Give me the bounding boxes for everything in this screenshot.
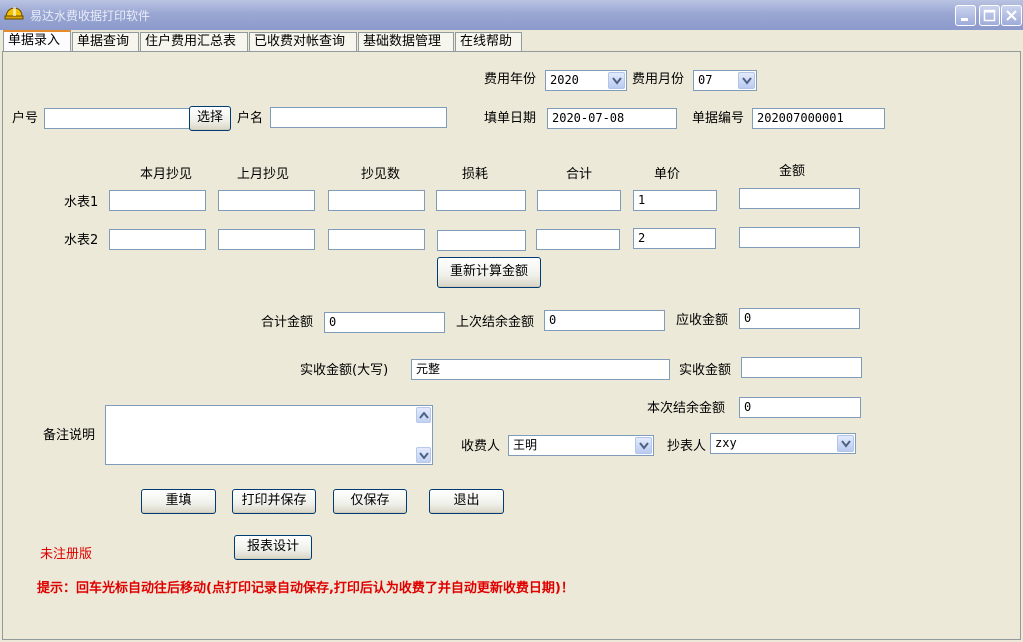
meter1-subtotal-input[interactable]	[537, 190, 621, 211]
save-only-button[interactable]: 仅保存	[333, 489, 407, 514]
header-last-reading: 上月抄见	[237, 167, 290, 182]
tab-online-help[interactable]: 在线帮助	[455, 32, 522, 51]
fee-year-value: 2020	[550, 73, 579, 87]
tab-paid-reconciliation[interactable]: 已收费对帐查询	[249, 32, 357, 51]
meter1-last-input[interactable]	[218, 190, 315, 211]
maximize-button[interactable]	[979, 5, 1000, 26]
meter2-current-input[interactable]	[109, 229, 206, 250]
meter1-current-input[interactable]	[109, 190, 206, 211]
paid-label: 实收金额	[679, 363, 732, 378]
app-helmet-icon	[4, 5, 24, 23]
minimize-button[interactable]	[955, 5, 976, 26]
chevron-down-icon[interactable]	[837, 435, 854, 452]
maximize-icon	[983, 9, 996, 22]
tab-strip: 单据录入 单据查询 住户费用汇总表 已收费对帐查询 基础数据管理 在线帮助	[0, 30, 1023, 52]
meter2-last-input[interactable]	[218, 229, 315, 250]
fee-month-value: 07	[698, 73, 713, 87]
window-title: 易达水费收据打印软件	[30, 9, 151, 23]
tab-basic-data[interactable]: 基础数据管理	[358, 32, 454, 51]
meter2-loss-input[interactable]	[437, 230, 526, 251]
meter2-count-input[interactable]	[328, 229, 425, 250]
fee-year-select[interactable]: 2020	[545, 70, 627, 91]
total-amount-input[interactable]: 0	[324, 312, 445, 333]
chevron-down-icon[interactable]	[635, 437, 652, 454]
fill-date-label: 填单日期	[484, 111, 537, 126]
this-balance-label: 本次结余金额	[647, 401, 726, 416]
recalculate-amount-button[interactable]: 重新计算金额	[437, 257, 541, 288]
last-balance-label: 上次结余金额	[456, 315, 535, 330]
account-no-input[interactable]	[44, 108, 190, 129]
header-unit-price: 单价	[654, 167, 681, 182]
meter2-label: 水表2	[64, 233, 99, 248]
paid-upper-input[interactable]: 元整	[411, 359, 670, 380]
meter2-unit-price-input[interactable]: 2	[633, 228, 716, 249]
remark-textarea[interactable]	[105, 405, 433, 465]
tab-document-entry[interactable]: 单据录入	[3, 30, 71, 52]
unregistered-label: 未注册版	[40, 547, 93, 562]
fee-year-label: 费用年份	[484, 72, 537, 87]
doc-no-input[interactable]: 202007000001	[752, 108, 885, 129]
close-icon	[1006, 10, 1017, 21]
this-balance-input[interactable]: 0	[739, 397, 861, 418]
select-account-button[interactable]: 选择	[189, 106, 231, 131]
doc-no-label: 单据编号	[692, 111, 745, 126]
reader-value: zxy	[715, 436, 737, 450]
collector-value: 王明	[513, 438, 538, 452]
meter1-label: 水表1	[64, 195, 99, 210]
meter1-unit-price-input[interactable]: 1	[633, 190, 717, 211]
header-loss: 损耗	[462, 167, 489, 182]
remark-label: 备注说明	[43, 428, 96, 443]
meter1-count-input[interactable]	[328, 190, 425, 211]
header-reading-count: 抄见数	[361, 167, 401, 182]
entry-panel	[2, 51, 1021, 640]
paid-input[interactable]	[741, 357, 862, 378]
fee-month-select[interactable]: 07	[693, 70, 757, 91]
hint-text: 提示：回车光标自动往后移动(点打印记录自动保存,打印后认为收费了并自动更新收费日…	[37, 581, 574, 596]
chevron-down-icon[interactable]	[608, 72, 625, 89]
account-no-label: 户号	[12, 111, 39, 126]
minimize-icon	[961, 18, 968, 21]
receivable-input[interactable]: 0	[739, 308, 860, 329]
reset-button[interactable]: 重填	[141, 489, 216, 514]
tab-resident-fee-summary[interactable]: 住户费用汇总表	[140, 32, 248, 51]
meter2-subtotal-input[interactable]	[536, 229, 620, 250]
reader-select[interactable]: zxy	[710, 433, 856, 454]
meter1-loss-input[interactable]	[436, 190, 526, 211]
scroll-up-icon[interactable]	[416, 407, 431, 423]
last-balance-input[interactable]: 0	[544, 310, 665, 331]
reader-label: 抄表人	[667, 439, 707, 454]
fee-month-label: 费用月份	[632, 72, 685, 87]
paid-upper-label: 实收金额(大写)	[300, 363, 389, 378]
meter2-amount-input[interactable]	[739, 227, 860, 248]
print-and-save-button[interactable]: 打印并保存	[232, 489, 316, 514]
scroll-down-icon[interactable]	[416, 447, 431, 463]
title-bar[interactable]: 易达水费收据打印软件	[0, 0, 1023, 30]
total-amount-label: 合计金额	[261, 315, 314, 330]
close-button[interactable]	[1001, 5, 1022, 26]
chevron-down-icon[interactable]	[738, 72, 755, 89]
account-name-input[interactable]	[270, 107, 447, 128]
tab-document-query[interactable]: 单据查询	[72, 32, 139, 51]
receivable-label: 应收金额	[676, 313, 729, 328]
report-design-button[interactable]: 报表设计	[234, 535, 312, 560]
meter1-amount-input[interactable]	[739, 188, 860, 209]
fill-date-input[interactable]: 2020-07-08	[547, 108, 677, 129]
header-current-reading: 本月抄见	[140, 167, 193, 182]
collector-select[interactable]: 王明	[508, 435, 654, 456]
header-amount: 金额	[779, 164, 806, 179]
header-subtotal: 合计	[566, 167, 593, 182]
collector-label: 收费人	[461, 439, 501, 454]
exit-button[interactable]: 退出	[429, 489, 504, 514]
account-name-label: 户名	[237, 111, 264, 126]
